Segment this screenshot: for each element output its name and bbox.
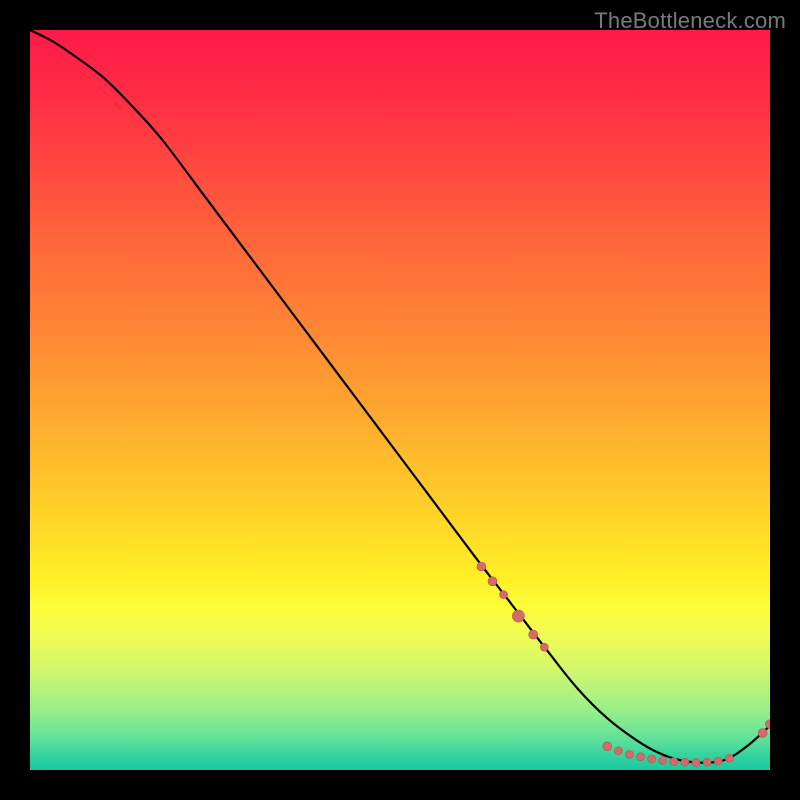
bottleneck-curve [30, 30, 770, 763]
data-dot [681, 758, 689, 766]
data-dot [670, 757, 678, 765]
data-dot [766, 720, 771, 729]
plot-area [30, 30, 770, 770]
data-dot [659, 756, 667, 764]
data-dot [488, 577, 497, 586]
data-dot [758, 729, 767, 738]
data-dot [703, 758, 711, 766]
data-dot [614, 747, 622, 755]
data-dot [603, 742, 612, 751]
data-dot [648, 755, 656, 763]
data-dot [625, 750, 633, 758]
chart-canvas: TheBottleneck.com [0, 0, 800, 800]
data-dot [529, 630, 538, 639]
watermark-label: TheBottleneck.com [594, 8, 786, 34]
data-dots [477, 562, 770, 767]
data-dot [512, 610, 524, 622]
data-dot [500, 591, 508, 599]
data-dot [540, 643, 548, 651]
data-dot [637, 753, 645, 761]
data-dot [714, 757, 722, 765]
data-dot [725, 754, 733, 762]
data-dot [477, 562, 486, 571]
chart-overlay [30, 30, 770, 770]
data-dot [692, 759, 700, 767]
